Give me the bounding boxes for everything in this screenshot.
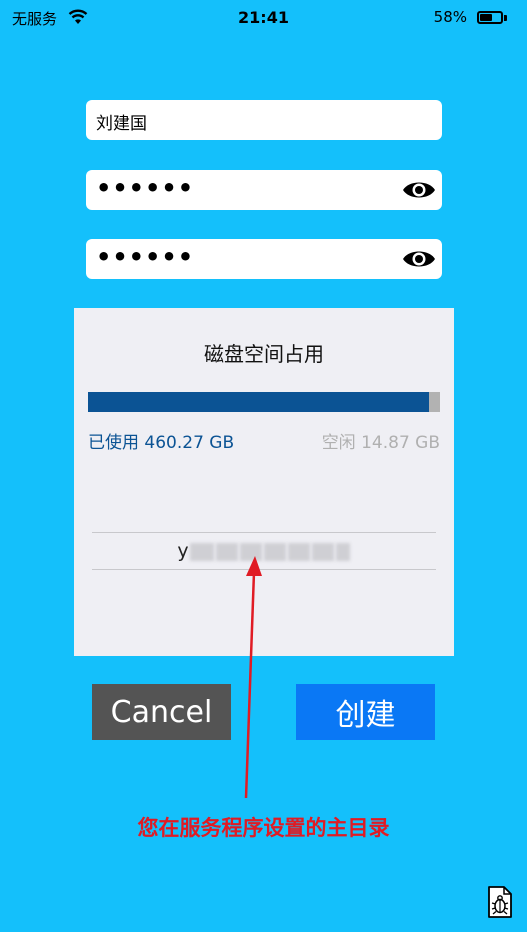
password-field[interactable]: •••••• xyxy=(86,170,442,210)
annotation-arrow xyxy=(244,556,262,799)
battery-tip xyxy=(504,15,507,21)
disk-usage-title: 磁盘空间占用 xyxy=(204,342,324,366)
confirm-password-field[interactable]: •••••• xyxy=(86,239,442,279)
password-value: •••••• xyxy=(96,174,195,202)
disk-usage-bar xyxy=(88,392,440,412)
username-value: 刘建国 xyxy=(96,114,147,134)
path-visible-text: y xyxy=(177,540,189,562)
create-button[interactable]: 创建 xyxy=(296,684,435,740)
blurred-text xyxy=(311,542,334,561)
divider xyxy=(92,532,436,533)
free-space-label: 空闲 14.87 GB xyxy=(321,433,440,453)
cancel-button[interactable]: Cancel xyxy=(92,684,231,740)
used-space-label: 已使用 460.27 GB xyxy=(88,433,235,453)
disk-usage-bar-used xyxy=(88,392,430,412)
bug-icon[interactable] xyxy=(487,885,513,919)
status-bar: 无服务 21:41 58% xyxy=(0,0,527,36)
blurred-text xyxy=(287,542,310,561)
battery-level-fill xyxy=(480,14,492,21)
battery-icon xyxy=(477,11,503,24)
eye-icon[interactable] xyxy=(402,247,436,271)
blurred-text xyxy=(189,542,214,561)
username-field[interactable]: 刘建国 xyxy=(86,100,442,140)
confirm-password-value: •••••• xyxy=(96,243,195,271)
battery-percentage: 58% xyxy=(433,8,467,26)
blurred-text xyxy=(335,542,350,561)
eye-icon[interactable] xyxy=(402,178,436,202)
annotation-note: 您在服务程序设置的主目录 xyxy=(137,816,390,840)
